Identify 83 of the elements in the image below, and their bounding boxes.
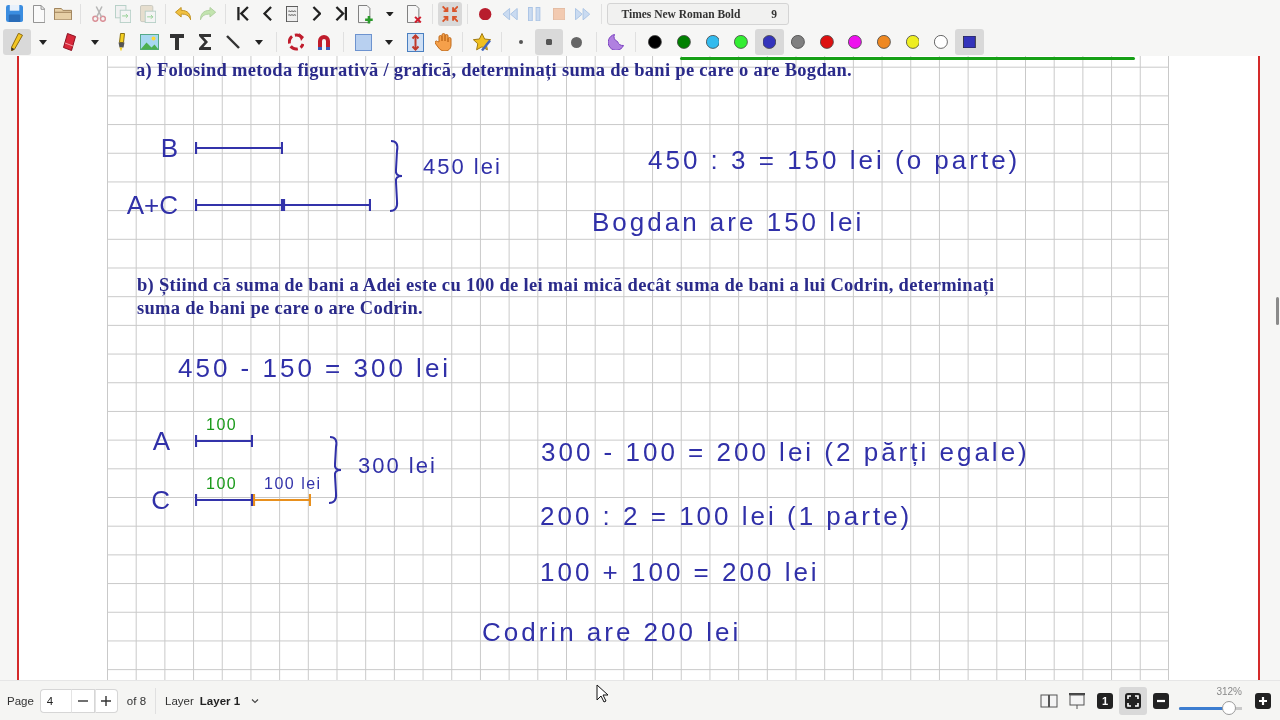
previous-page-icon[interactable]: [262, 6, 273, 22]
segment-label: 100: [206, 415, 238, 434]
color-swatch-icon[interactable]: [848, 35, 863, 49]
zoom-out-icon[interactable]: [1153, 692, 1169, 709]
color-swatch-icon[interactable]: [648, 35, 663, 49]
brace-mark: [326, 435, 344, 505]
minus-icon: [77, 699, 88, 702]
caret-icon[interactable]: [255, 39, 263, 45]
last-page-icon[interactable]: [334, 6, 348, 22]
increase-button[interactable]: [94, 688, 118, 713]
color-swatch-icon[interactable]: [905, 35, 920, 49]
row-label: A: [151, 425, 170, 456]
pencil-icon[interactable]: [3, 29, 31, 55]
first-page-icon[interactable]: [236, 6, 250, 22]
segment-label: 100 lei: [264, 474, 322, 493]
color-swatch-icon[interactable]: [791, 35, 806, 49]
total-label: 300 lei: [358, 452, 437, 480]
delete-page-icon[interactable]: [407, 4, 422, 24]
highlighter-icon[interactable]: [117, 32, 125, 52]
caret-icon[interactable]: [39, 39, 47, 45]
color-swatch-icon[interactable]: [734, 35, 748, 49]
rectangle-icon[interactable]: [354, 33, 372, 51]
star-pen-icon[interactable]: [473, 32, 491, 52]
question-text: a) Folosind metoda figurativă / grafică, determinați suma de bani pe care o are Bogdan.: [136, 59, 853, 82]
folder-icon[interactable]: [54, 7, 73, 21]
save-icon[interactable]: [5, 5, 23, 23]
fill-icon[interactable]: [608, 33, 624, 51]
handwritten-line: 100 + 100 = 200 lei: [540, 557, 820, 587]
slider-thumb[interactable]: [1221, 701, 1236, 715]
zoom-in-icon[interactable]: [1255, 692, 1271, 709]
single-page-button[interactable]: 1: [1097, 692, 1113, 709]
large-dot-icon[interactable]: [571, 36, 583, 48]
hand-icon[interactable]: [434, 32, 452, 52]
decrease-button[interactable]: [70, 688, 95, 713]
next-page-icon[interactable]: [311, 6, 322, 22]
page-count: of 8: [126, 694, 147, 707]
row-label: A+C: [125, 189, 178, 220]
handwritten-line: 450 : 3 = 150 lei (o parte): [648, 145, 1021, 175]
plus-icon: [101, 695, 112, 706]
custom-color-icon[interactable]: [955, 29, 984, 55]
font-button[interactable]: Times New Roman Bold 9: [606, 3, 790, 25]
page-label: Page: [7, 694, 34, 707]
color-swatch-icon[interactable]: [934, 35, 948, 49]
caret-icon[interactable]: [386, 11, 394, 17]
layer-label: Layer: [165, 694, 194, 707]
image-icon[interactable]: [139, 34, 159, 50]
zoom-reading: 312%: [1216, 686, 1242, 698]
color-swatch-icon[interactable]: [705, 35, 720, 49]
color-swatch-icon[interactable]: [755, 29, 784, 55]
layer-dropdown[interactable]: Layer 1: [199, 694, 260, 707]
sigma-icon[interactable]: [199, 34, 211, 50]
fit-page-icon[interactable]: [1119, 686, 1147, 715]
eraser-icon[interactable]: [62, 33, 76, 51]
goto-page-icon[interactable]: [285, 5, 299, 23]
new-document-icon[interactable]: [32, 4, 45, 23]
caret-icon[interactable]: [91, 39, 99, 45]
row-label: C: [150, 484, 170, 515]
color-swatch-icon[interactable]: [877, 35, 891, 49]
scrollbar-thumb[interactable]: [1276, 297, 1279, 325]
line-icon[interactable]: [226, 35, 240, 49]
fullscreen-icon[interactable]: [437, 2, 463, 26]
caret-icon: [251, 697, 260, 704]
question-text: b) Știind că suma de bani a Adei este cu 100 de lei mai mică decât suma de bani a lui Codrin, determinați suma de bani pe care o are Codrin.: [137, 274, 996, 320]
handwritten-line: Bogdan are 150 lei: [592, 207, 865, 237]
handwritten-line: 300 - 100 = 200 lei (2 părți egale): [541, 437, 1030, 467]
magnet-icon[interactable]: [318, 34, 330, 50]
color-swatch-icon[interactable]: [819, 35, 834, 49]
caret-icon[interactable]: [385, 39, 393, 45]
add-page-icon[interactable]: [357, 4, 374, 24]
handwritten-line: 450 - 150 = 300 lei: [178, 353, 452, 383]
vertical-space-icon[interactable]: [406, 32, 424, 52]
rotate-icon[interactable]: [287, 33, 305, 51]
record-icon[interactable]: [479, 7, 492, 21]
segment-label: 100: [206, 474, 238, 493]
color-swatch-icon[interactable]: [676, 35, 691, 49]
mouse-pointer-icon: [596, 684, 609, 703]
page-number-field[interactable]: 4: [39, 688, 71, 713]
handwritten-line: 200 : 2 = 100 lei (1 parte): [540, 501, 913, 531]
handwritten-line: Codrin are 200 lei: [482, 617, 742, 647]
text-tool-icon[interactable]: [170, 34, 184, 50]
total-label: 450 lei: [423, 153, 502, 181]
small-dot-icon[interactable]: [519, 40, 523, 44]
row-label: B: [159, 132, 178, 163]
